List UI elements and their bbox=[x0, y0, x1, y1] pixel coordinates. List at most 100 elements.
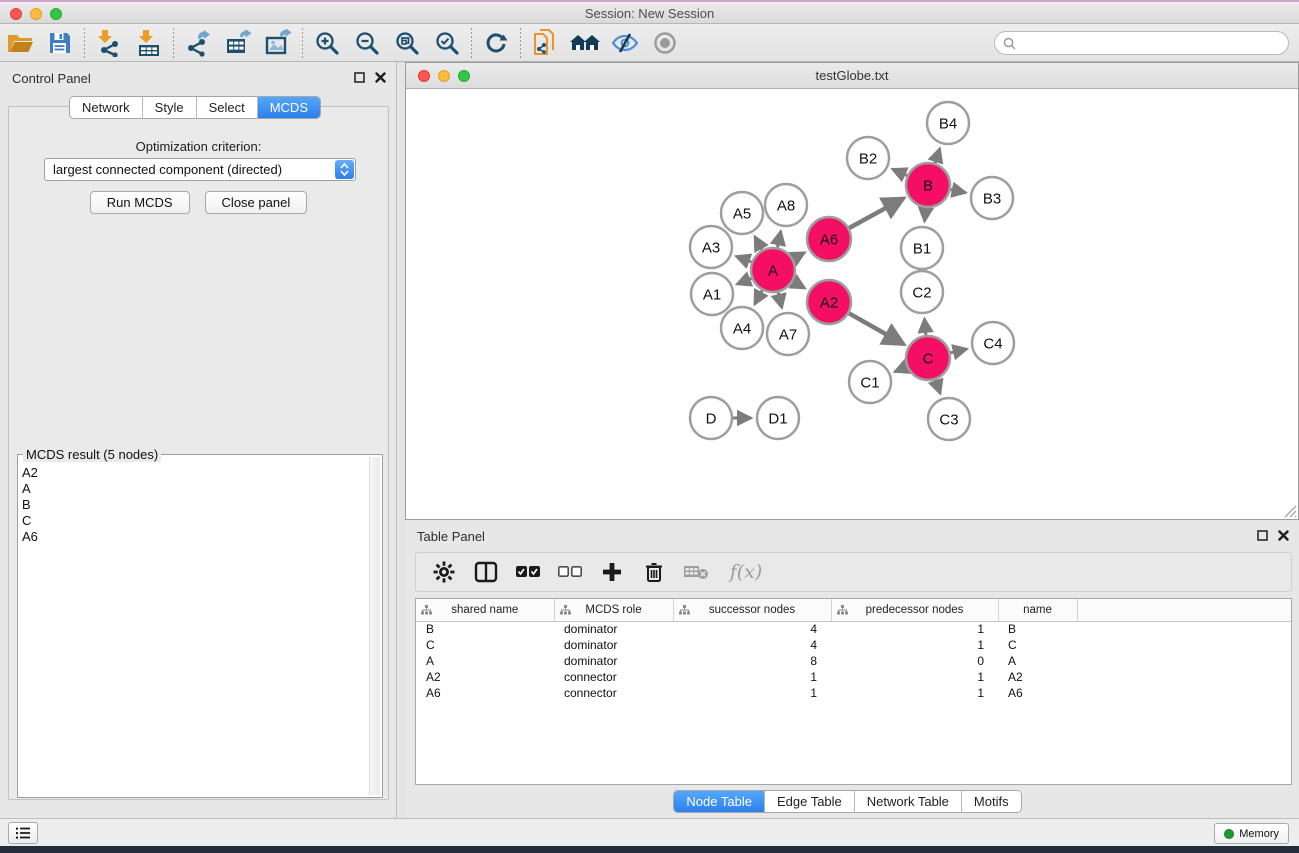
node-D1[interactable]: D1 bbox=[757, 397, 799, 439]
memory-button[interactable]: Memory bbox=[1214, 823, 1289, 844]
node-D[interactable]: D bbox=[690, 397, 732, 439]
zoom-out-button[interactable] bbox=[347, 27, 387, 59]
node-C1[interactable]: C1 bbox=[849, 361, 891, 403]
search-field[interactable] bbox=[994, 31, 1289, 55]
node-A5[interactable]: A5 bbox=[721, 192, 763, 234]
split-columns-button[interactable] bbox=[472, 558, 500, 586]
search-input[interactable] bbox=[1021, 36, 1288, 50]
tab-edge-table[interactable]: Edge Table bbox=[765, 791, 855, 812]
houses-button[interactable] bbox=[565, 27, 605, 59]
node-A6[interactable]: A6 bbox=[807, 217, 851, 261]
save-session-button[interactable] bbox=[40, 27, 80, 59]
table-row[interactable]: A2connector11A2 bbox=[416, 669, 1291, 685]
float-panel-icon[interactable] bbox=[354, 72, 365, 83]
node-C[interactable]: C bbox=[906, 336, 950, 380]
node-A8[interactable]: A8 bbox=[765, 184, 807, 226]
node-C2[interactable]: C2 bbox=[901, 271, 943, 313]
node-B4[interactable]: B4 bbox=[927, 102, 969, 144]
float-panel-icon[interactable] bbox=[1257, 530, 1268, 541]
edge-C-C4[interactable] bbox=[950, 349, 966, 353]
tab-motifs[interactable]: Motifs bbox=[962, 791, 1021, 812]
node-B[interactable]: B bbox=[906, 163, 950, 207]
tab-node-table[interactable]: Node Table bbox=[674, 791, 765, 812]
import-network-button[interactable] bbox=[89, 27, 129, 59]
select-all-columns-button[interactable] bbox=[514, 558, 542, 586]
column-header-MCDS-role[interactable]: MCDS role bbox=[554, 599, 673, 621]
task-history-button[interactable] bbox=[8, 822, 38, 844]
close-panel-icon[interactable] bbox=[1278, 530, 1289, 541]
edge-C-C2[interactable] bbox=[924, 319, 925, 335]
edge-A-A1[interactable] bbox=[737, 278, 751, 284]
tab-style[interactable]: Style bbox=[143, 97, 197, 118]
node-A2[interactable]: A2 bbox=[807, 280, 851, 324]
function-builder-button[interactable]: f(x) bbox=[724, 558, 768, 586]
table-settings-button[interactable] bbox=[430, 558, 458, 586]
export-table-button[interactable] bbox=[218, 27, 258, 59]
node-A7[interactable]: A7 bbox=[767, 313, 809, 355]
close-panel-button[interactable]: Close panel bbox=[205, 191, 308, 214]
column-header-predecessor-nodes[interactable]: predecessor nodes bbox=[831, 599, 998, 621]
deselect-all-columns-button[interactable] bbox=[556, 558, 584, 586]
table-row[interactable]: A6connector11A6 bbox=[416, 685, 1291, 701]
edge-A2-C[interactable] bbox=[849, 313, 904, 344]
edge-B-B1[interactable] bbox=[925, 208, 926, 221]
create-column-button[interactable] bbox=[598, 558, 626, 586]
export-image-button[interactable] bbox=[258, 27, 298, 59]
eye-button[interactable] bbox=[645, 27, 685, 59]
column-header-successor-nodes[interactable]: successor nodes bbox=[673, 599, 831, 621]
refresh-button[interactable] bbox=[476, 27, 516, 59]
edge-B-B3[interactable] bbox=[951, 190, 966, 193]
mcds-result-item[interactable]: C bbox=[22, 513, 368, 529]
node-A1[interactable]: A1 bbox=[691, 273, 733, 315]
table-row[interactable]: Cdominator41C bbox=[416, 637, 1291, 653]
edge-A-A4[interactable] bbox=[755, 290, 762, 304]
zoom-fit-button[interactable] bbox=[387, 27, 427, 59]
edge-A-A5[interactable] bbox=[755, 237, 762, 250]
table-row[interactable]: Bdominator41B bbox=[416, 621, 1291, 637]
edge-A-A8[interactable] bbox=[778, 231, 781, 247]
edge-A6-B[interactable] bbox=[849, 198, 903, 228]
edge-C-C3[interactable] bbox=[935, 380, 940, 394]
open-session-button[interactable] bbox=[0, 27, 40, 59]
hide-eye-button[interactable] bbox=[605, 27, 645, 59]
node-A[interactable]: A bbox=[751, 248, 795, 292]
edge-A-A3[interactable] bbox=[736, 256, 751, 262]
column-header-shared-name[interactable]: shared name bbox=[416, 599, 554, 621]
zoom-selected-button[interactable] bbox=[427, 27, 467, 59]
tab-network[interactable]: Network bbox=[70, 97, 143, 118]
node-B2[interactable]: B2 bbox=[847, 137, 889, 179]
edge-A-A7[interactable] bbox=[778, 292, 782, 307]
edge-B-B2[interactable] bbox=[893, 169, 907, 175]
tab-mcds[interactable]: MCDS bbox=[258, 97, 320, 118]
node-A3[interactable]: A3 bbox=[690, 226, 732, 268]
mcds-result-item[interactable]: A bbox=[22, 481, 368, 497]
table-row[interactable]: Adominator80A bbox=[416, 653, 1291, 669]
node-B3[interactable]: B3 bbox=[971, 177, 1013, 219]
delete-column-button[interactable] bbox=[640, 558, 668, 586]
mcds-result-item[interactable]: A2 bbox=[22, 465, 368, 481]
edge-C-C1[interactable] bbox=[895, 367, 907, 372]
delete-table-button[interactable] bbox=[682, 558, 710, 586]
network-canvas[interactable]: B4B2BB3A8A5A6A3B1AA1C2A2A4A7C4CC1C3DD1 bbox=[406, 89, 1298, 519]
node-A4[interactable]: A4 bbox=[721, 307, 763, 349]
tab-select[interactable]: Select bbox=[197, 97, 258, 118]
zoom-in-button[interactable] bbox=[307, 27, 347, 59]
node-C4[interactable]: C4 bbox=[972, 322, 1014, 364]
edge-B-B4[interactable] bbox=[935, 149, 940, 163]
edge-A-A6[interactable] bbox=[793, 253, 804, 259]
node-C3[interactable]: C3 bbox=[928, 398, 970, 440]
import-table-button[interactable] bbox=[129, 27, 169, 59]
column-header-name[interactable]: name bbox=[998, 599, 1077, 621]
mcds-scrollbar[interactable] bbox=[369, 457, 380, 795]
export-network-button[interactable] bbox=[178, 27, 218, 59]
mcds-result-item[interactable]: A6 bbox=[22, 529, 368, 545]
network-from-document-button[interactable] bbox=[525, 27, 565, 59]
node-table[interactable]: shared nameMCDS rolesuccessor nodesprede… bbox=[415, 598, 1292, 785]
run-mcds-button[interactable]: Run MCDS bbox=[90, 191, 190, 214]
tab-network-table[interactable]: Network Table bbox=[855, 791, 962, 812]
close-panel-icon[interactable] bbox=[375, 72, 386, 83]
criterion-dropdown[interactable]: largest connected component (directed) bbox=[44, 158, 356, 181]
mcds-result-item[interactable]: B bbox=[22, 497, 368, 513]
edge-A-A2[interactable] bbox=[793, 281, 805, 288]
resize-grip-icon[interactable] bbox=[1281, 502, 1297, 518]
